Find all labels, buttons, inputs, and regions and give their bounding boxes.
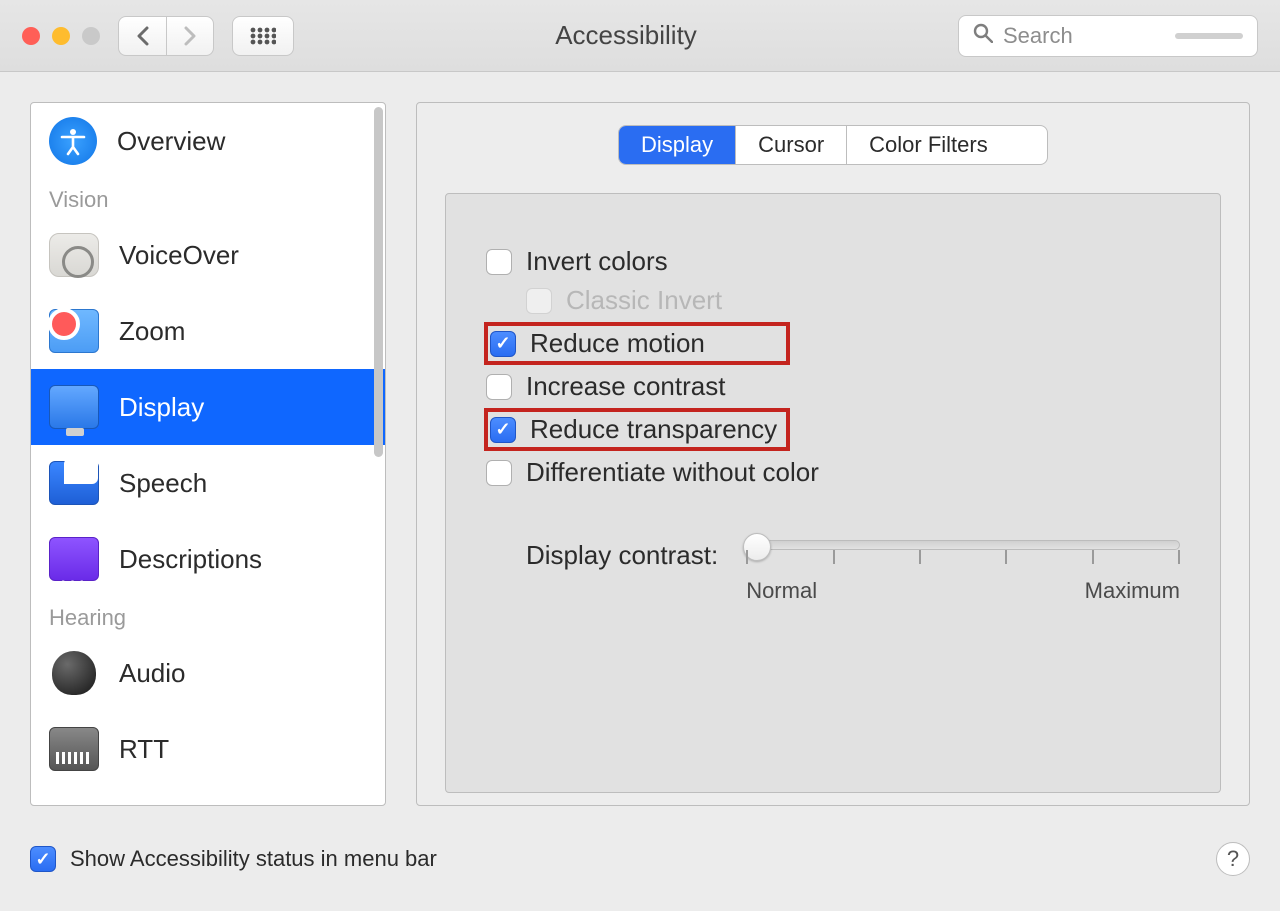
sidebar-scrollbar[interactable] [374, 107, 383, 457]
sidebar-section-hearing: Hearing [31, 597, 385, 635]
sidebar-item-speech[interactable]: Speech [31, 445, 385, 521]
back-button[interactable] [118, 16, 166, 56]
sidebar: Overview Vision VoiceOver Zoom Display S… [30, 102, 386, 806]
sidebar-item-label: Overview [117, 126, 225, 157]
highlight-box: ✓ Reduce transparency [484, 408, 790, 451]
option-classic-invert: Classic Invert [526, 281, 1180, 320]
sidebar-item-audio[interactable]: Audio [31, 635, 385, 711]
rtt-icon [49, 727, 99, 771]
option-reduce-transparency: ✓ Reduce transparency [486, 406, 1180, 453]
sidebar-item-rtt[interactable]: RTT [31, 711, 385, 787]
slider-max-label: Maximum [1085, 578, 1180, 604]
sidebar-item-label: Audio [119, 658, 186, 689]
search-resize-handle [1175, 33, 1243, 39]
grid-icon [250, 27, 276, 45]
checkbox-show-status[interactable]: ✓ [30, 846, 56, 872]
nav-buttons [118, 16, 214, 56]
slider-min-label: Normal [746, 578, 817, 604]
sidebar-item-label: VoiceOver [119, 240, 239, 271]
checkbox-classic-invert [526, 288, 552, 314]
audio-icon [49, 651, 99, 695]
tab-color-filters[interactable]: Color Filters [847, 126, 1010, 164]
detail-panel: Display Cursor Color Filters Invert colo… [416, 102, 1250, 806]
sidebar-item-descriptions[interactable]: Descriptions [31, 521, 385, 597]
option-label: Reduce motion [530, 328, 780, 359]
sidebar-section-vision: Vision [31, 179, 385, 217]
option-reduce-motion: ✓ Reduce motion [486, 320, 1180, 367]
sidebar-item-label: Speech [119, 468, 207, 499]
speech-icon [49, 461, 99, 505]
show-all-button[interactable] [232, 16, 294, 56]
slider-ticks [746, 550, 1180, 564]
search-icon [973, 23, 993, 49]
display-icon [49, 385, 99, 429]
option-invert-colors: Invert colors [486, 242, 1180, 281]
contrast-slider-track[interactable] [746, 540, 1180, 550]
option-increase-contrast: Increase contrast [486, 367, 1180, 406]
sidebar-item-label: Display [119, 392, 204, 423]
forward-button[interactable] [166, 16, 214, 56]
sidebar-item-voiceover[interactable]: VoiceOver [31, 217, 385, 293]
option-label: Differentiate without color [526, 457, 819, 488]
search-field[interactable]: Search [958, 15, 1258, 57]
checkbox-reduce-transparency[interactable]: ✓ [490, 417, 516, 443]
option-label: Increase contrast [526, 371, 725, 402]
descriptions-icon [49, 537, 99, 581]
contrast-slider-label: Display contrast: [526, 534, 718, 571]
window-title: Accessibility [312, 20, 940, 51]
accessibility-icon [49, 117, 97, 165]
sidebar-item-label: Descriptions [119, 544, 262, 575]
tab-cursor[interactable]: Cursor [736, 126, 847, 164]
traffic-lights [22, 27, 100, 45]
window-footer: ✓ Show Accessibility status in menu bar … [0, 832, 1280, 886]
sidebar-item-display[interactable]: Display [31, 369, 385, 445]
sidebar-item-label: Zoom [119, 316, 185, 347]
maximize-window-button[interactable] [82, 27, 100, 45]
highlight-box: ✓ Reduce motion [484, 322, 790, 365]
option-label: Invert colors [526, 246, 668, 277]
minimize-window-button[interactable] [52, 27, 70, 45]
zoom-icon [49, 309, 99, 353]
checkbox-increase-contrast[interactable] [486, 374, 512, 400]
close-window-button[interactable] [22, 27, 40, 45]
option-label: Reduce transparency [530, 414, 780, 445]
help-button[interactable]: ? [1216, 842, 1250, 876]
window-toolbar: Accessibility Search [0, 0, 1280, 72]
tab-bar: Display Cursor Color Filters [618, 125, 1048, 165]
option-label: Classic Invert [566, 285, 722, 316]
checkbox-invert-colors[interactable] [486, 249, 512, 275]
voiceover-icon [49, 233, 99, 277]
option-differentiate-color: Differentiate without color [486, 453, 1180, 492]
show-status-label: Show Accessibility status in menu bar [70, 846, 437, 872]
checkbox-differentiate-color[interactable] [486, 460, 512, 486]
sidebar-item-zoom[interactable]: Zoom [31, 293, 385, 369]
sidebar-item-label: RTT [119, 734, 169, 765]
options-panel: Invert colors Classic Invert ✓ Reduce mo… [445, 193, 1221, 793]
sidebar-item-overview[interactable]: Overview [31, 103, 385, 179]
search-placeholder: Search [1003, 23, 1073, 49]
tab-display[interactable]: Display [619, 126, 736, 164]
checkbox-reduce-motion[interactable]: ✓ [490, 331, 516, 357]
